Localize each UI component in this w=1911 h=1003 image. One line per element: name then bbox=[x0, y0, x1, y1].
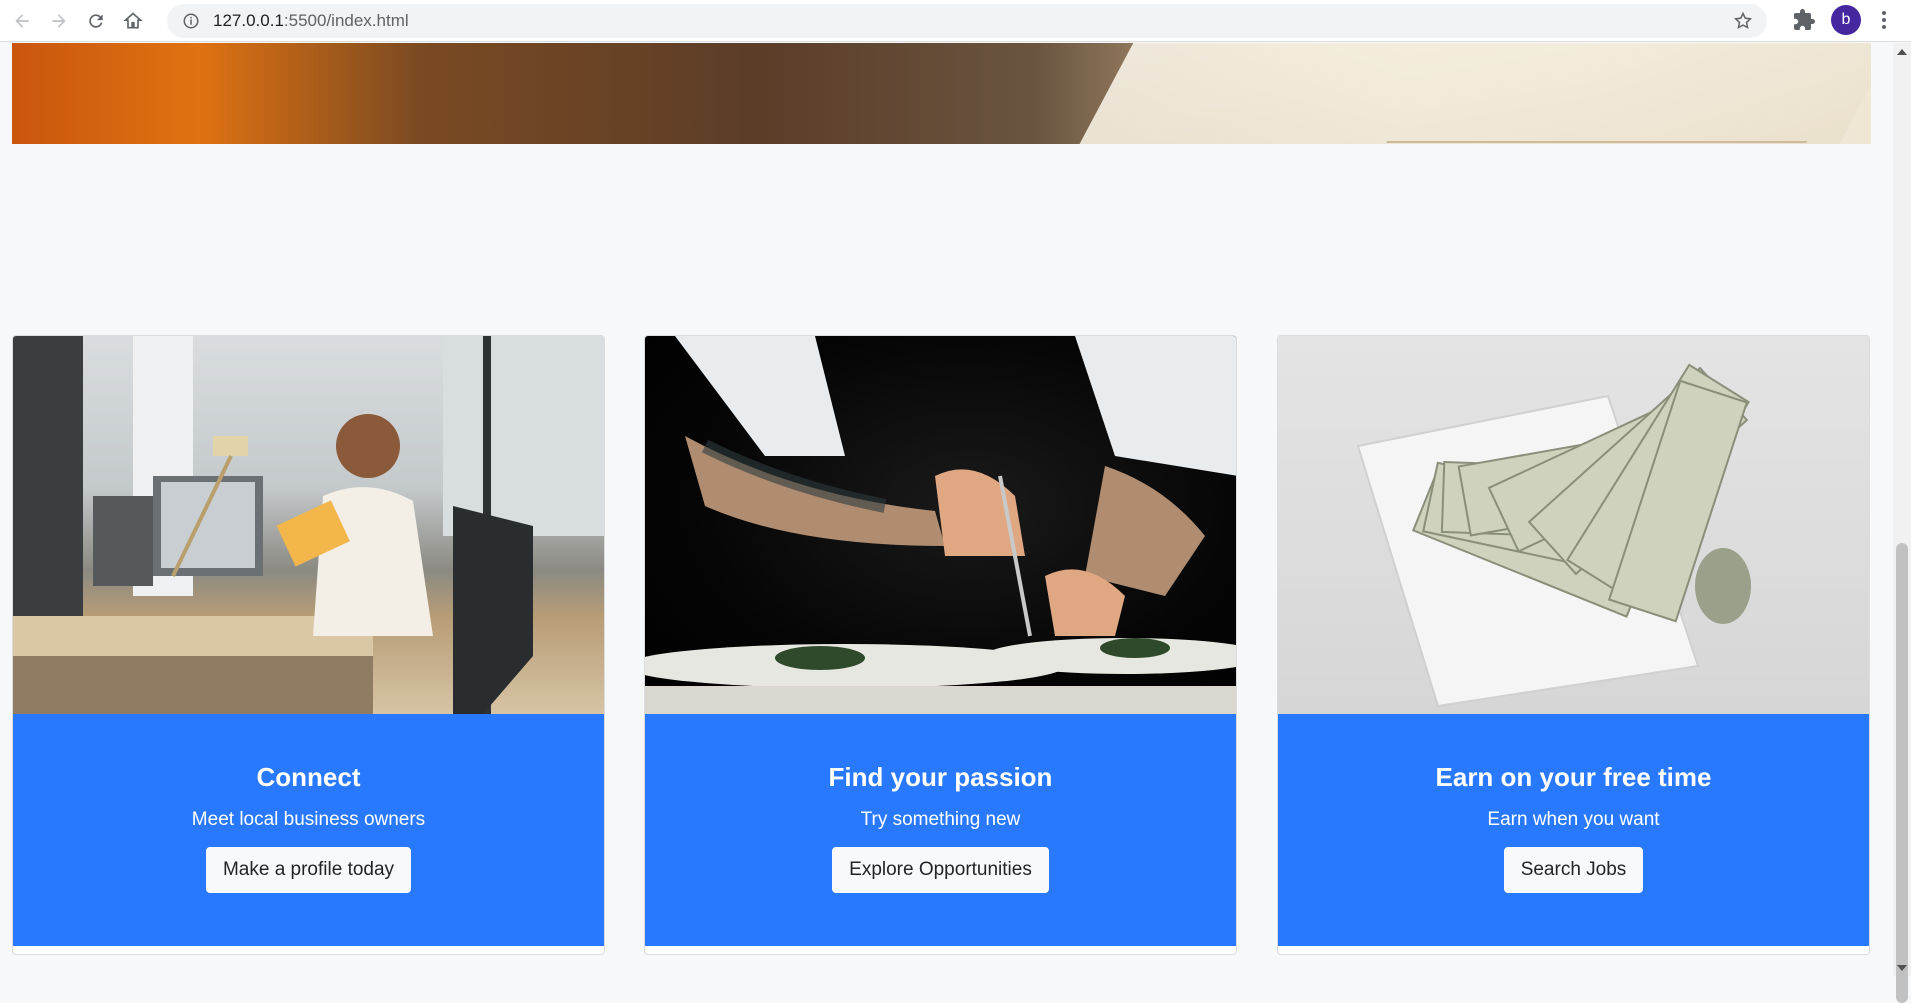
scroll-down-arrow-icon[interactable] bbox=[1897, 965, 1907, 971]
url-text: 127.0.0.1:5500/index.html bbox=[213, 11, 409, 31]
card-image-money bbox=[1278, 336, 1869, 714]
arrow-right-icon bbox=[52, 13, 66, 28]
page-viewport: Connect Meet local business owners Make … bbox=[0, 43, 1893, 976]
explore-opportunities-button[interactable]: Explore Opportunities bbox=[832, 847, 1049, 893]
make-profile-button[interactable]: Make a profile today bbox=[205, 847, 412, 893]
card-body: Connect Meet local business owners Make … bbox=[13, 714, 604, 946]
card-subtitle: Meet local business owners bbox=[191, 809, 426, 830]
card-connect: Connect Meet local business owners Make … bbox=[12, 335, 605, 955]
url-path: :5500/index.html bbox=[283, 11, 409, 30]
money-illustration bbox=[1356, 363, 1751, 708]
home-button[interactable] bbox=[115, 3, 151, 39]
office-illustration bbox=[13, 336, 604, 714]
hero-paper-edge bbox=[1385, 43, 1871, 143]
card-title: Find your passion bbox=[828, 762, 1053, 792]
address-bar[interactable]: 127.0.0.1:5500/index.html bbox=[167, 4, 1767, 38]
info-icon[interactable] bbox=[182, 12, 200, 30]
card-title: Earn on your free time bbox=[1435, 762, 1712, 792]
card-find-passion: Find your passion Try something new Expl… bbox=[644, 335, 1237, 955]
forward-button[interactable] bbox=[41, 3, 77, 39]
card-body: Earn on your free time Earn when you wan… bbox=[1278, 714, 1869, 946]
card-body: Find your passion Try something new Expl… bbox=[645, 714, 1236, 946]
bookmark-star-icon[interactable] bbox=[1733, 11, 1753, 31]
card-subtitle: Try something new bbox=[860, 809, 1021, 830]
reload-icon bbox=[89, 13, 103, 28]
browser-toolbar: 127.0.0.1:5500/index.html b bbox=[0, 0, 1911, 42]
scroll-up-arrow-icon[interactable] bbox=[1897, 49, 1907, 55]
card-image-office bbox=[13, 336, 604, 714]
home-icon bbox=[123, 11, 143, 28]
card-earn: Earn on your free time Earn when you wan… bbox=[1277, 335, 1870, 955]
url-host: 127.0.0.1 bbox=[213, 11, 284, 30]
card-image-chef bbox=[645, 336, 1236, 714]
search-jobs-button[interactable]: Search Jobs bbox=[1503, 847, 1644, 893]
profile-avatar[interactable]: b bbox=[1831, 5, 1861, 35]
scrollbar-thumb[interactable] bbox=[1896, 543, 1908, 1003]
chef-illustration bbox=[645, 336, 1236, 714]
arrow-left-icon bbox=[15, 13, 29, 28]
card-title: Connect bbox=[256, 762, 361, 792]
kebab-menu-icon[interactable] bbox=[1872, 8, 1896, 32]
card-subtitle: Earn when you want bbox=[1487, 809, 1660, 830]
hero-image bbox=[12, 43, 1871, 144]
extensions-puzzle-icon[interactable] bbox=[1792, 8, 1816, 32]
back-button[interactable] bbox=[4, 3, 40, 39]
reload-button[interactable] bbox=[78, 3, 114, 39]
vertical-scrollbar[interactable] bbox=[1893, 43, 1911, 1003]
